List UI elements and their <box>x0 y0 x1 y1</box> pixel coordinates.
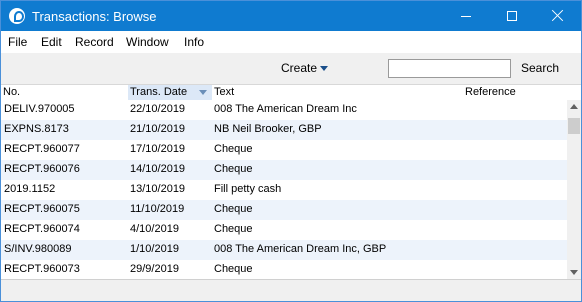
menu-bar: File Edit Record Window Info <box>1 31 581 53</box>
cell-text: 008 The American Dream Inc, GBP <box>214 243 387 255</box>
cell-no: RECPT.960075 <box>4 203 80 215</box>
search-button[interactable]: Search <box>521 61 559 75</box>
table-row[interactable]: RECPT.960073 29/9/2019 Cheque <box>1 260 567 279</box>
transactions-browse-window: Transactions: Browse File Edit Record Wi… <box>0 0 582 302</box>
cell-text: Cheque <box>214 163 253 175</box>
table-row[interactable]: EXPNS.8173 21/10/2019 NB Neil Brooker, G… <box>1 120 567 140</box>
title-bar[interactable]: Transactions: Browse <box>1 1 581 31</box>
minimize-icon <box>461 16 471 17</box>
menu-window[interactable]: Window <box>126 35 169 49</box>
menu-edit[interactable]: Edit <box>41 35 62 49</box>
maximize-icon <box>507 11 517 21</box>
cell-text: NB Neil Brooker, GBP <box>214 123 322 135</box>
cell-trans-date: 4/10/2019 <box>130 223 179 235</box>
cell-trans-date: 21/10/2019 <box>130 123 186 135</box>
table-row[interactable]: RECPT.960077 17/10/2019 Cheque <box>1 140 567 160</box>
table-row[interactable]: RECPT.960075 11/10/2019 Cheque <box>1 200 567 220</box>
window-title: Transactions: Browse <box>32 9 157 24</box>
cell-trans-date: 22/10/2019 <box>130 103 186 115</box>
cell-no: RECPT.960074 <box>4 223 80 235</box>
chevron-down-icon[interactable] <box>320 66 328 71</box>
cell-text: Cheque <box>214 223 253 235</box>
cell-trans-date: 11/10/2019 <box>130 203 185 215</box>
scroll-thumb[interactable] <box>568 118 580 134</box>
table-row[interactable]: RECPT.960076 14/10/2019 Cheque <box>1 160 567 180</box>
column-header-no[interactable]: No. <box>1 85 128 100</box>
cell-trans-date: 17/10/2019 <box>130 143 186 155</box>
cell-no: S/INV.980089 <box>4 243 72 255</box>
cell-no: EXPNS.8173 <box>4 123 69 135</box>
table-row[interactable]: DELIV.970005 22/10/2019 008 The American… <box>1 100 567 120</box>
menu-record[interactable]: Record <box>75 35 114 49</box>
cell-text: Cheque <box>214 143 253 155</box>
maximize-button[interactable] <box>489 1 535 31</box>
table-row[interactable]: S/INV.980089 1/10/2019 008 The American … <box>1 240 567 260</box>
cell-trans-date: 29/9/2019 <box>130 263 179 275</box>
menu-file[interactable]: File <box>8 35 27 49</box>
create-button[interactable]: Create <box>281 61 317 75</box>
cell-trans-date: 14/10/2019 <box>130 163 186 175</box>
table-header: No. Trans. Date Text Reference <box>1 85 581 100</box>
table-row[interactable]: 2019.1152 13/10/2019 Fill petty cash <box>1 180 567 200</box>
menu-info[interactable]: Info <box>184 35 204 49</box>
search-input[interactable] <box>388 59 511 78</box>
cell-text: Fill petty cash <box>214 183 282 195</box>
toolbar: Create Search <box>1 53 581 83</box>
close-button[interactable] <box>535 1 581 31</box>
sort-descending-icon[interactable] <box>199 90 207 95</box>
close-icon <box>552 9 564 21</box>
table-row[interactable]: RECPT.960074 4/10/2019 Cheque <box>1 220 567 240</box>
column-header-text[interactable]: Text <box>212 85 462 100</box>
transactions-table: No. Trans. Date Text Reference DELIV.970… <box>1 84 581 279</box>
cell-no: 2019.1152 <box>4 183 56 195</box>
cell-no: RECPT.960073 <box>4 263 80 275</box>
cell-no: DELIV.970005 <box>4 103 75 115</box>
cell-trans-date: 13/10/2019 <box>130 183 186 195</box>
cell-trans-date: 1/10/2019 <box>130 243 179 255</box>
cell-text: Cheque <box>214 263 253 275</box>
cell-text: Cheque <box>214 203 253 215</box>
vertical-scrollbar[interactable] <box>567 100 581 279</box>
cell-no: RECPT.960076 <box>4 163 80 175</box>
cell-text: 008 The American Dream Inc <box>214 103 357 115</box>
scroll-down-icon[interactable] <box>570 270 578 275</box>
status-bar <box>1 279 581 301</box>
table-body: DELIV.970005 22/10/2019 008 The American… <box>1 100 567 279</box>
cell-no: RECPT.960077 <box>4 143 80 155</box>
app-icon <box>9 8 25 24</box>
scroll-up-icon[interactable] <box>570 104 578 109</box>
minimize-button[interactable] <box>443 1 489 31</box>
column-header-reference[interactable]: Reference <box>463 85 567 100</box>
